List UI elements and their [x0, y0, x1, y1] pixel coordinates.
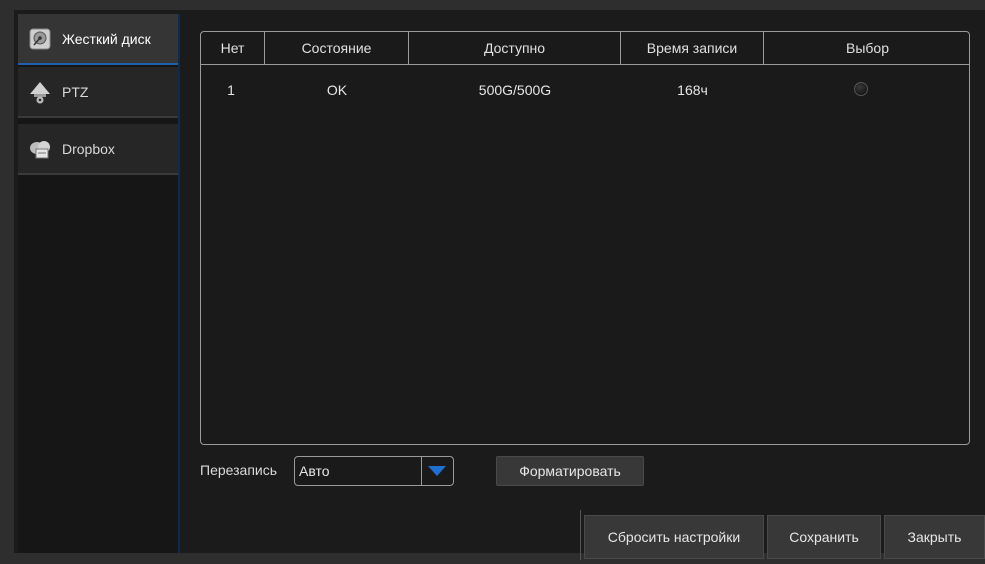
column-header-available: Доступно: [409, 32, 621, 64]
cell-record-time: 168ч: [677, 82, 708, 98]
dropbox-cloud-icon: [28, 137, 52, 161]
column-header-select: Выбор: [846, 40, 889, 56]
cell-available: 500G/500G: [478, 82, 552, 98]
sidebar-item-dropbox[interactable]: Dropbox: [18, 124, 178, 175]
reset-settings-button[interactable]: Сбросить настройки: [584, 515, 764, 559]
overwrite-label: Перезапись: [200, 462, 278, 478]
format-button[interactable]: Форматировать: [496, 456, 644, 486]
column-header-no: Нет: [201, 32, 265, 64]
column-header-status: Состояние: [265, 32, 409, 64]
sidebar-item-hard-disk[interactable]: Жесткий диск: [18, 14, 178, 65]
sidebar-item-ptz[interactable]: PTZ: [18, 67, 178, 118]
overwrite-value: Авто: [299, 463, 330, 479]
bottom-bar-separator: [580, 510, 581, 560]
sidebar: Жесткий диск PTZ Dropbox: [18, 14, 178, 553]
table-header: Нет Состояние Доступно Время записи Выбо…: [201, 32, 969, 65]
overwrite-select[interactable]: Авто: [294, 456, 454, 486]
sidebar-item-label: Dropbox: [62, 140, 115, 157]
sidebar-item-label: Жесткий диск: [62, 30, 151, 47]
close-button[interactable]: Закрыть: [884, 515, 985, 559]
select-radio[interactable]: [854, 82, 868, 96]
chevron-down-icon: [427, 463, 447, 479]
select-separator: [421, 457, 422, 485]
cell-status: OK: [326, 82, 348, 98]
save-button[interactable]: Сохранить: [767, 515, 881, 559]
sidebar-item-label: PTZ: [62, 83, 89, 100]
ptz-camera-icon: [28, 80, 52, 104]
column-header-record-time: Время записи: [621, 32, 764, 64]
disk-table: Нет Состояние Доступно Время записи Выбо…: [200, 31, 970, 445]
cell-no: 1: [227, 82, 235, 98]
hard-disk-icon: [28, 27, 52, 51]
sidebar-divider: [178, 14, 180, 553]
